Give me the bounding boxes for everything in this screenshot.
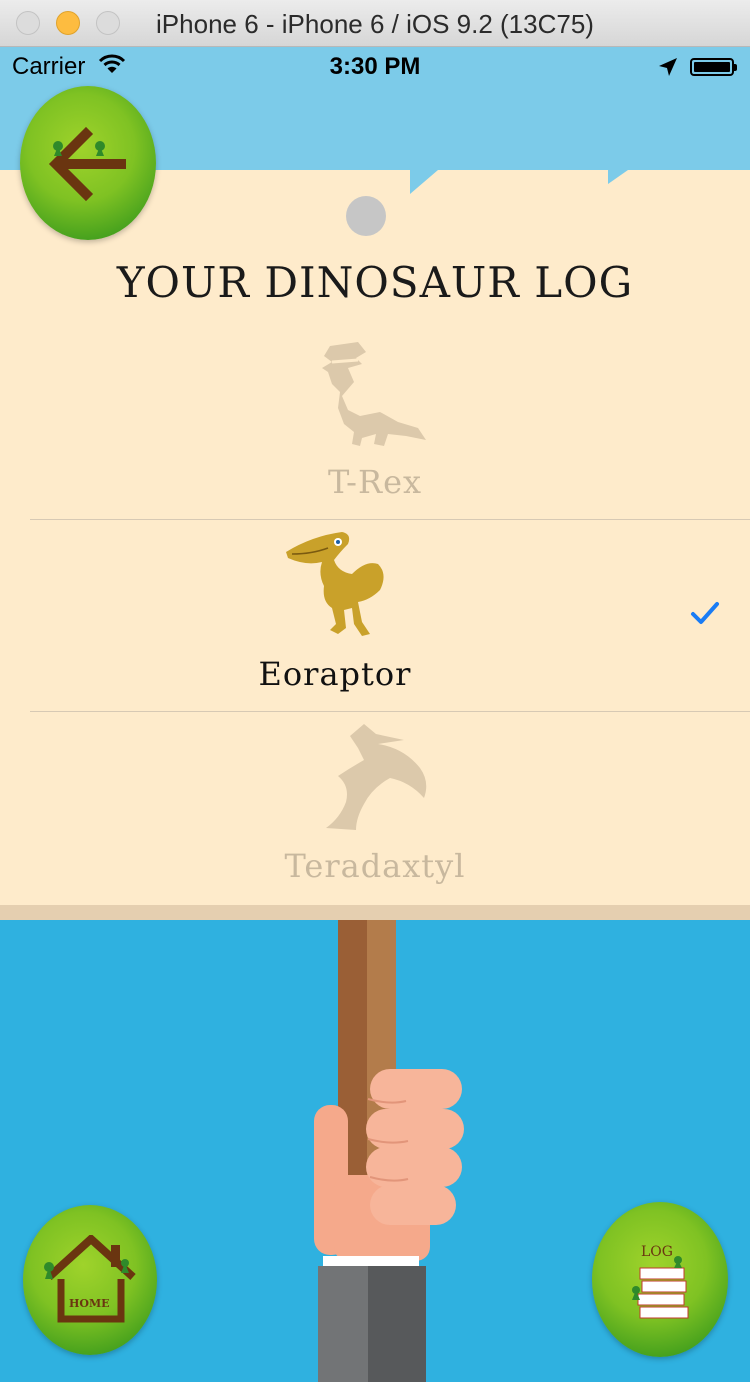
eoraptor-icon	[286, 532, 384, 636]
sign-bottom-edge	[0, 905, 750, 920]
simulator-title-bar: iPhone 6 - iPhone 6 / iOS 9.2 (13C75)	[0, 0, 750, 47]
home-button[interactable]: HOME	[23, 1205, 157, 1355]
location-arrow-icon	[659, 58, 677, 76]
window-title: iPhone 6 - iPhone 6 / iOS 9.2 (13C75)	[156, 9, 594, 39]
dinosaur-name: Eoraptor	[258, 655, 412, 693]
hand-icon	[314, 1069, 464, 1261]
back-button[interactable]	[20, 86, 156, 240]
books-icon	[632, 1256, 689, 1319]
back-arrow-icon	[48, 126, 126, 202]
dinosaur-row-eoraptor[interactable]: Eoraptor	[0, 520, 750, 710]
battery-icon	[690, 58, 737, 76]
status-time: 3:30 PM	[329, 53, 421, 80]
nail-icon	[346, 196, 386, 236]
dinosaur-name: T-Rex	[327, 463, 423, 501]
checkmark-icon	[691, 602, 719, 624]
log-button[interactable]: LOG	[592, 1202, 728, 1357]
suit-sleeve-shadow	[368, 1266, 426, 1382]
dinosaur-name: Teradaxtyl	[284, 847, 466, 885]
house-icon	[44, 1235, 136, 1323]
dinosaur-row-t-rex[interactable]: T-Rex	[0, 330, 750, 520]
pterodactyl-icon	[326, 724, 427, 830]
suit-sleeve	[318, 1266, 368, 1382]
home-button-label: HOME	[69, 1297, 110, 1310]
page-title: YOUR DINOSAUR LOG	[116, 258, 634, 307]
t-rex-icon	[322, 342, 426, 446]
dinosaur-row-teradaxtyl[interactable]: Teradaxtyl	[0, 712, 750, 902]
